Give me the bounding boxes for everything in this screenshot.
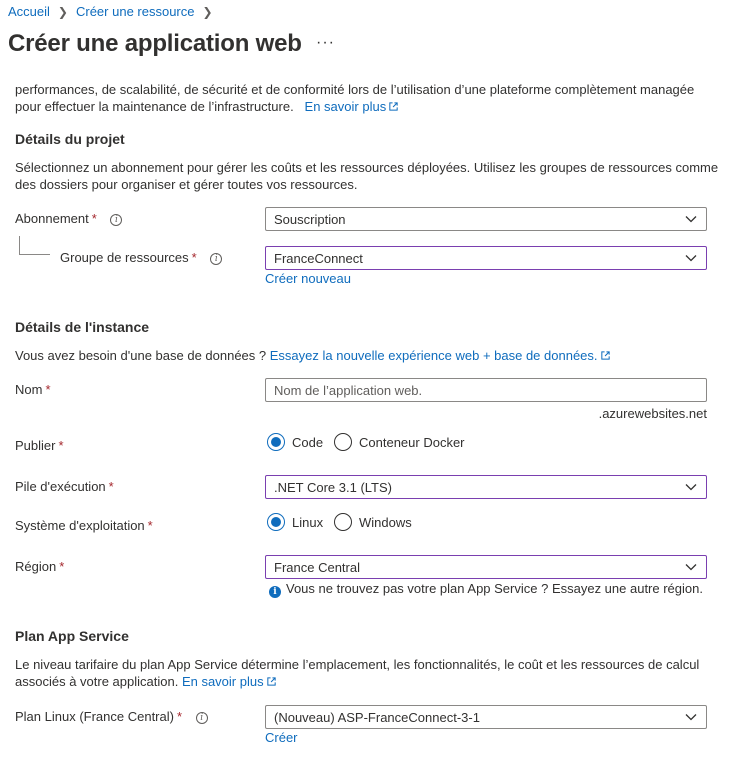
app-name-input[interactable] [265,378,707,402]
create-plan-link[interactable]: Créer [265,730,298,745]
chevron-down-icon [685,564,697,571]
breadcrumb: Accueil ❯ Créer une ressource ❯ [8,4,221,19]
chevron-down-icon [685,714,697,721]
tree-connector [19,236,50,255]
linux-plan-select[interactable]: (Nouveau) ASP-FranceConnect-3-1 [265,705,707,729]
region-note: i Vous ne trouvez pas votre plan App Serv… [269,580,703,598]
database-prompt: Vous avez besoin d'une base de données ?… [15,347,725,364]
info-filled-icon: i [269,586,281,598]
info-icon[interactable]: i [110,213,123,226]
breadcrumb-home-link[interactable]: Accueil [8,4,50,19]
linux-plan-label: Plan Linux (France Central) * i [15,709,208,724]
app-service-plan-heading: Plan App Service [15,628,129,644]
breadcrumb-chevron-icon: ❯ [57,4,68,19]
chevron-down-icon [685,484,697,491]
radio-selected-icon [267,433,285,451]
more-options-icon[interactable]: ··· [316,34,335,52]
resource-group-label: Groupe de ressources * i [60,250,223,265]
intro-line-1: performances, de scalabilité, de sécurit… [15,82,695,97]
os-linux-radio[interactable]: Linux [267,513,323,531]
learn-more-link[interactable]: En savoir plus [305,99,400,114]
resource-group-select[interactable]: FranceConnect [265,246,707,270]
page-title: Créer une application web [8,30,302,57]
external-link-icon [600,351,610,360]
intro-text: performances, de scalabilité, de sécurit… [15,81,725,115]
name-label: Nom * [15,382,51,397]
os-windows-radio[interactable]: Windows [334,513,412,531]
project-description: Sélectionnez un abonnement pour gérer le… [15,160,719,192]
publish-docker-radio[interactable]: Conteneur Docker [334,433,465,451]
create-new-resource-group-link[interactable]: Créer nouveau [265,271,351,286]
chevron-down-icon [685,216,697,223]
intro-line-2: pour effectuer la maintenance de l’infra… [15,98,725,115]
publish-label: Publier * [15,438,64,453]
chevron-down-icon [685,255,697,262]
external-link-icon [389,102,398,111]
publish-code-radio[interactable]: Code [267,433,323,451]
info-icon[interactable]: i [210,252,223,265]
runtime-stack-label: Pile d'exécution * [15,479,114,494]
subscription-select[interactable]: Souscription [265,207,707,231]
breadcrumb-create-resource-link[interactable]: Créer une ressource [76,4,195,19]
breadcrumb-chevron-icon: ❯ [202,4,213,19]
domain-suffix: .azurewebsites.net [598,406,707,421]
web-database-link[interactable]: Essayez la nouvelle expérience web + bas… [270,348,611,363]
runtime-stack-select[interactable]: .NET Core 3.1 (LTS) [265,475,707,499]
project-details-heading: Détails du projet [15,131,125,147]
radio-unselected-icon [334,433,352,451]
plan-description: Le niveau tarifaire du plan App Service … [15,657,700,689]
info-icon[interactable]: i [195,711,208,724]
radio-selected-icon [267,513,285,531]
instance-details-heading: Détails de l'instance [15,319,150,335]
subscription-label: Abonnement * i [15,211,123,226]
os-label: Système d'exploitation * [15,518,153,533]
region-select[interactable]: France Central [265,555,707,579]
plan-learn-more-link[interactable]: En savoir plus [182,674,277,689]
external-link-icon [266,677,276,686]
radio-unselected-icon [334,513,352,531]
region-label: Région * [15,559,65,574]
